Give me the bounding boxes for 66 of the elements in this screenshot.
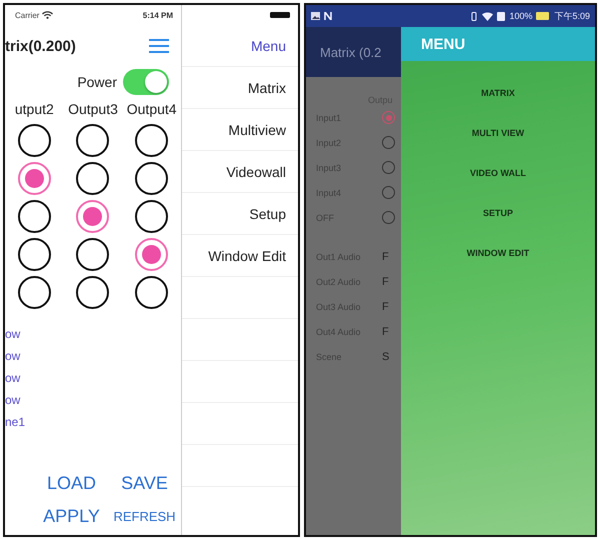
text-button[interactable]: SAVE	[121, 473, 168, 494]
picture-icon	[311, 12, 320, 20]
menu-item[interactable]: MULTI VIEW	[472, 113, 524, 153]
menu-item[interactable]: Videowall	[226, 164, 286, 180]
screen-title: Matrix (0.2	[320, 44, 382, 60]
status-time: 5:14 PM	[142, 10, 173, 20]
radio-button[interactable]	[135, 238, 168, 271]
radio-button[interactable]	[135, 124, 168, 157]
link[interactable]: ow	[5, 393, 35, 407]
battery-icon	[270, 12, 290, 18]
menu-item[interactable]: Setup	[249, 206, 286, 222]
battery-icon	[536, 12, 550, 20]
radio-button[interactable]	[382, 211, 395, 224]
radio-button[interactable]	[18, 124, 51, 157]
power-label: Power	[77, 74, 117, 90]
text-button[interactable]: REFRESH	[113, 509, 176, 524]
radio-button[interactable]	[76, 162, 110, 195]
link[interactable]: ow	[5, 349, 35, 363]
power-toggle[interactable]	[123, 69, 169, 95]
radio-button[interactable]	[382, 186, 395, 199]
battery-saver-icon	[497, 12, 506, 20]
setting-value: S	[382, 350, 390, 362]
wifi-icon	[482, 12, 494, 20]
radio-button[interactable]	[76, 276, 110, 309]
menu-item[interactable]: WINDOW EDIT	[466, 233, 530, 273]
screen-title: trix(0.200)	[5, 38, 76, 54]
status-time: 下午5:09	[554, 10, 590, 22]
radio-button[interactable]	[382, 161, 395, 174]
radio-button[interactable]	[135, 276, 168, 309]
link[interactable]: ow	[5, 371, 35, 385]
column-header: Output4	[126, 101, 178, 117]
n-icon	[324, 12, 332, 20]
column-header: utput2	[14, 101, 55, 117]
radio-button[interactable]	[18, 276, 51, 309]
radio-button[interactable]	[76, 238, 110, 271]
menu-icon[interactable]	[149, 38, 169, 54]
radio-button[interactable]	[18, 200, 51, 233]
radio-button[interactable]	[76, 200, 110, 233]
carrier-label: Carrier	[15, 10, 40, 20]
link[interactable]: ne1	[5, 415, 35, 429]
battery-percent: 100%	[509, 11, 532, 21]
menu-item[interactable]: SETUP	[482, 193, 513, 233]
menu-item[interactable]: Multiview	[228, 122, 286, 138]
menu-item[interactable]: Window Edit	[208, 248, 286, 264]
wifi-icon	[42, 11, 54, 19]
setting-value: F	[382, 250, 389, 262]
radio-button[interactable]	[135, 162, 168, 195]
text-button[interactable]: APPLY	[43, 506, 100, 527]
menu-header: Menu	[250, 38, 286, 54]
column-header: Output3	[67, 101, 119, 117]
menu-item[interactable]: VIDEO WALL	[470, 153, 526, 193]
drawer-title: MENU	[421, 36, 466, 52]
menu-item[interactable]: Matrix	[248, 80, 286, 96]
vibrate-icon	[470, 12, 478, 20]
setting-value: F	[382, 276, 389, 288]
radio-button[interactable]	[18, 238, 51, 271]
text-button[interactable]: LOAD	[46, 473, 96, 494]
radio-button[interactable]	[18, 162, 51, 195]
radio-button[interactable]	[76, 124, 110, 157]
radio-button[interactable]	[382, 111, 395, 124]
link[interactable]: ow	[5, 327, 35, 341]
radio-button[interactable]	[382, 136, 395, 149]
radio-button[interactable]	[135, 200, 168, 233]
menu-item[interactable]: MATRIX	[481, 73, 515, 113]
setting-value: F	[382, 300, 389, 312]
setting-value: F	[382, 326, 389, 338]
